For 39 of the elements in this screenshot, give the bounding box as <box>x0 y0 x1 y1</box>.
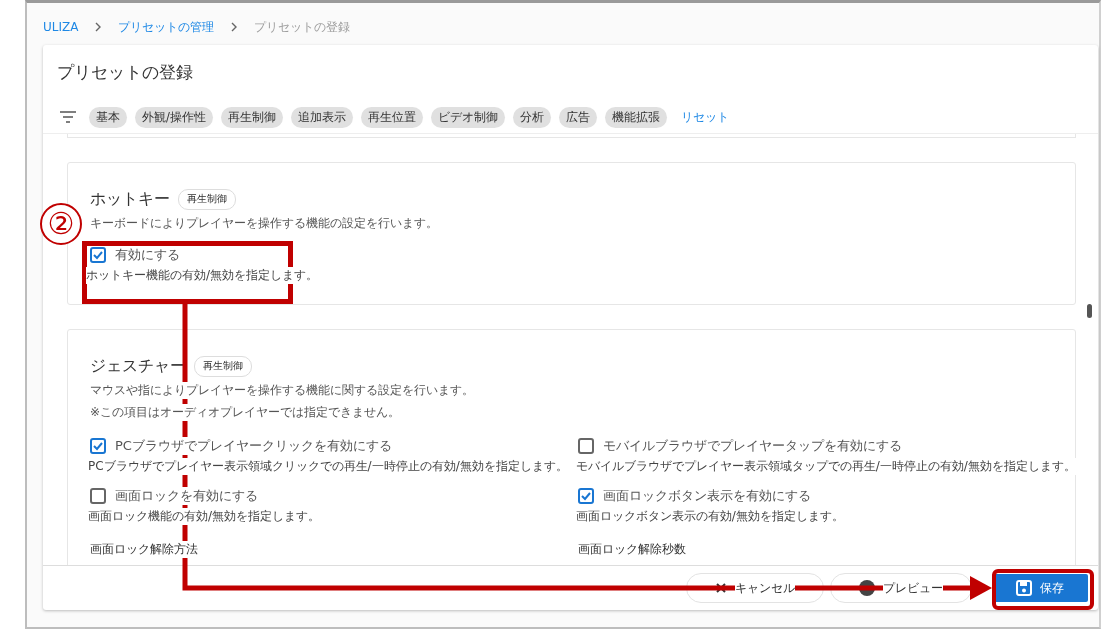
filter-chip[interactable]: 再生制御 <box>220 106 283 128</box>
section-title: ホットキー <box>90 189 170 210</box>
close-icon <box>715 582 727 594</box>
breadcrumb-link[interactable]: ULIZA <box>43 20 79 34</box>
checkbox-label[interactable]: 画面ロックボタン表示を有効にする <box>602 487 811 505</box>
filter-icon <box>59 110 77 124</box>
save-icon <box>1016 580 1032 596</box>
help-text: モバイルブラウザでプレイヤー表示領域タップでの再生/一時停止の有効/無効を指定します。 <box>575 458 1076 475</box>
chevron-icon <box>230 22 239 32</box>
page-title: プリセットの登録 <box>56 61 194 84</box>
breadcrumb-link[interactable]: プリセットの管理 <box>118 18 215 36</box>
reset-link[interactable]: リセット <box>680 108 729 126</box>
checkbox-label[interactable]: 有効にする <box>115 246 180 264</box>
checkbox-label[interactable]: モバイルブラウザでプレイヤータップを有効にする <box>602 437 902 455</box>
chevron-icon <box>94 22 103 32</box>
field-label: 画面ロック解除方法 <box>90 541 198 558</box>
checkbox-label[interactable]: PCブラウザでプレイヤークリックを有効にする <box>115 437 392 455</box>
cancel-button[interactable]: キャンセル <box>686 573 824 603</box>
filter-chip[interactable]: 外観/操作性 <box>135 106 213 128</box>
filter-chip[interactable]: 再生位置 <box>360 106 423 128</box>
filter-chip[interactable]: 機能拡張 <box>604 106 667 128</box>
filter-chip[interactable]: 広告 <box>558 106 597 128</box>
checkbox[interactable] <box>577 488 594 504</box>
filter-chip[interactable]: 基本 <box>89 106 127 128</box>
filter-chip[interactable]: 追加表示 <box>290 106 353 128</box>
checkbox[interactable] <box>90 438 106 454</box>
category-tag: 再生制御 <box>194 356 252 377</box>
category-tag: 再生制御 <box>178 189 236 210</box>
checkbox[interactable] <box>577 438 594 454</box>
circle-icon <box>859 580 875 596</box>
scrollbar-thumb[interactable] <box>1087 304 1092 318</box>
checkbox-label[interactable]: 画面ロックを有効にする <box>115 487 258 505</box>
filter-chip[interactable]: 分析 <box>512 106 551 128</box>
checkbox[interactable] <box>90 488 106 504</box>
filter-chip[interactable]: ビデオ制御 <box>430 106 505 128</box>
field-label: 画面ロック解除秒数 <box>577 541 686 558</box>
checkbox[interactable] <box>90 247 106 263</box>
breadcrumb-current: プリセットの登録 <box>254 18 351 36</box>
preview-button[interactable]: プレビュー <box>830 573 972 603</box>
